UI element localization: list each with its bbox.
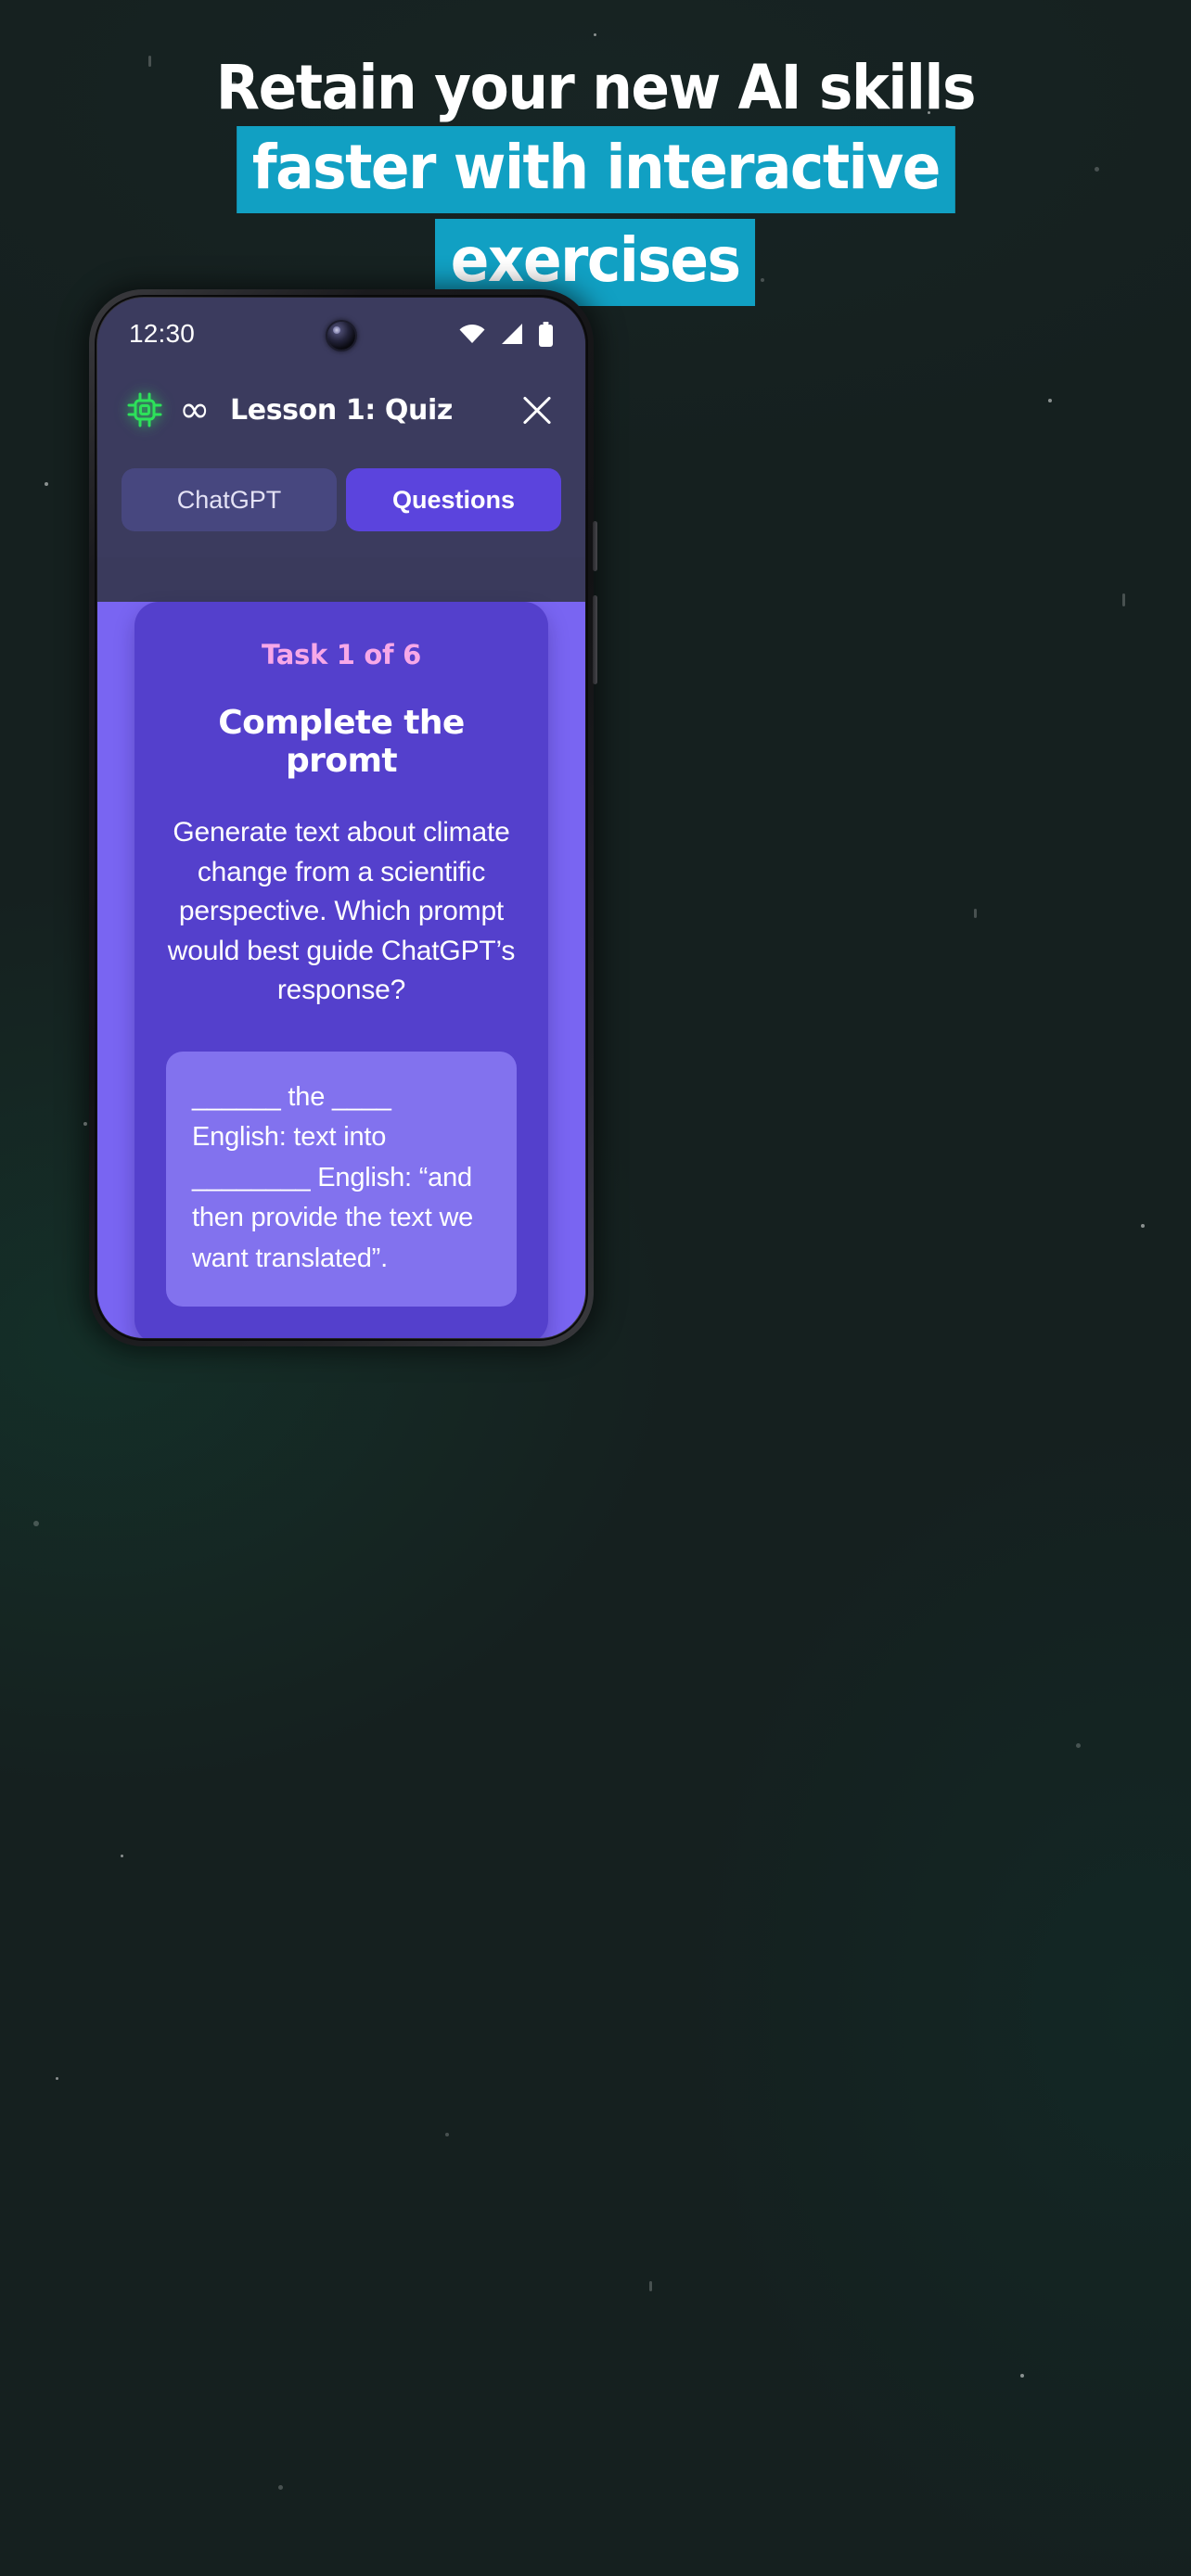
cpu-chip-icon[interactable] (125, 390, 164, 429)
task-counter: Task 1 of 6 (261, 639, 422, 670)
tab-chatgpt[interactable]: ChatGPT (122, 468, 337, 531)
quiz-card: Task 1 of 6 Complete the promt Generate … (134, 602, 548, 1338)
phone-screen: 12:30 ∞ Lesson 1: Quiz ChatGPT Questions… (97, 298, 585, 1338)
quiz-heading: Complete the promt (218, 704, 465, 780)
infinity-icon[interactable]: ∞ (179, 391, 210, 428)
app-header: ∞ Lesson 1: Quiz (97, 370, 585, 450)
phone-frame: 12:30 ∞ Lesson 1: Quiz ChatGPT Questions… (89, 289, 597, 1346)
phone-mockup: 12:30 ∞ Lesson 1: Quiz ChatGPT Questions… (83, 286, 599, 1352)
tab-bar: ChatGPT Questions (97, 450, 585, 557)
status-bar: 12:30 (97, 298, 585, 370)
phone-volume-button (593, 521, 597, 571)
status-bar-clock: 12:30 (129, 319, 196, 348)
headline-line-2: faster with interactive (236, 126, 955, 213)
front-camera-punchhole (327, 322, 355, 350)
headline-line-1: Retain your new AI skills (215, 52, 977, 123)
cellular-signal-icon (500, 323, 524, 345)
battery-icon (538, 321, 554, 347)
tab-questions[interactable]: Questions (346, 468, 561, 531)
phone-power-button (593, 595, 597, 684)
close-icon[interactable] (517, 389, 557, 430)
quiz-question-text: Generate text about climate change from … (167, 817, 516, 1006)
wifi-icon (458, 324, 486, 344)
fill-in-the-blank-prompt[interactable]: ______ the ____ English: text into _____… (166, 1051, 517, 1307)
promo-headline: Retain your new AI skills faster with in… (0, 57, 1191, 319)
quiz-card-stack: Task 1 of 6 Complete the promt Generate … (134, 602, 548, 1338)
page-title: Lesson 1: Quiz (230, 393, 453, 427)
quiz-content-area: Task 1 of 6 Complete the promt Generate … (97, 602, 585, 1338)
